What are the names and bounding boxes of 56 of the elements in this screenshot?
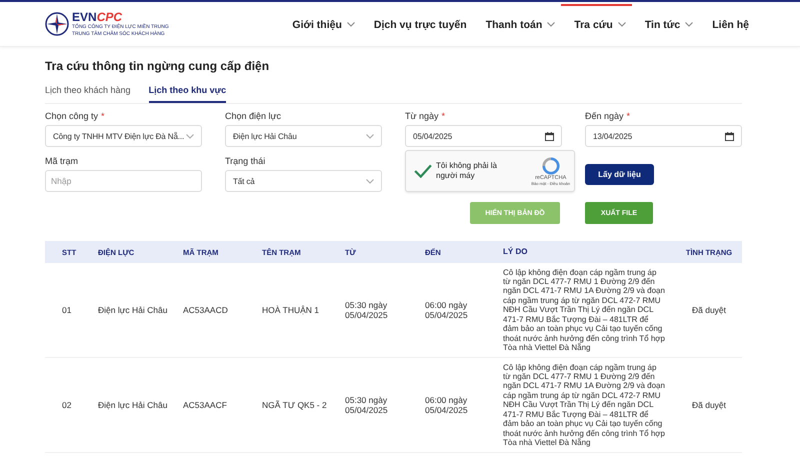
table-cell-text: 06:00 ngày 05/04/2025 — [425, 300, 469, 320]
recaptcha-logo-icon — [542, 156, 560, 174]
input-field[interactable]: Nhập — [45, 170, 202, 192]
tab[interactable]: Lịch theo khách hàng — [45, 81, 131, 103]
nav-menu-item[interactable]: Tra cứu — [561, 4, 632, 42]
captcha-label: Tôi không phải là người máy — [436, 161, 498, 181]
calendar-icon — [545, 132, 554, 140]
nav-menu-item[interactable]: Liên hệ — [699, 4, 755, 42]
field-label: Mã trạm — [45, 156, 78, 166]
table-cell-text: Điện lực Hải Châu — [98, 305, 168, 315]
table-cell-text: 06:00 ngày 05/04/2025 — [425, 395, 469, 415]
tab[interactable]: Lịch theo khu vực — [148, 81, 226, 103]
fetch-data-button[interactable]: Lấy dữ liệu — [585, 164, 654, 184]
table-cell-text: HOÀ THUẬN 1 — [262, 305, 320, 315]
select-field[interactable]: Tất cả — [225, 170, 382, 192]
chevron-down-icon — [366, 134, 374, 138]
field-label: Đến ngày — [585, 111, 624, 121]
nav-menu-item[interactable]: Dịch vụ trực tuyến — [360, 4, 473, 42]
nav-menu-item[interactable]: Tin tức — [632, 4, 700, 42]
table-cell-text: Đã duyệt — [690, 305, 728, 315]
chevron-down-icon — [685, 22, 694, 27]
field-label: Chọn công ty — [45, 111, 98, 121]
date-field[interactable]: 05/04/2025 — [405, 125, 562, 147]
select-field[interactable]: Công ty TNHH MTV Điện lực Đà Nẵ... — [45, 125, 202, 147]
table-cell-text: NGÃ TƯ QK5 - 2 — [262, 400, 328, 410]
captcha-checkbox[interactable] — [414, 164, 432, 178]
table-cell-text: Đã duyệt — [690, 400, 728, 410]
chevron-down-icon — [186, 134, 194, 138]
required-mark: * — [101, 111, 105, 121]
logo-star-icon — [45, 12, 69, 36]
chevron-down-icon — [547, 22, 556, 27]
page-title: Tra cứu thông tin ngừng cung cấp điện — [45, 59, 270, 73]
nav-menu-item[interactable]: Giới thiệu — [279, 4, 361, 42]
column-header: LÝ DO — [503, 247, 528, 257]
chevron-down-icon — [618, 22, 626, 27]
select-field[interactable]: Điện lực Hải Châu — [225, 125, 382, 147]
calendar-icon — [725, 132, 734, 140]
table-cell-text: 02 — [61, 400, 72, 410]
chevron-down-icon — [346, 22, 355, 27]
table-cell-text: Điện lực Hải Châu — [98, 400, 168, 410]
required-mark: * — [626, 111, 630, 121]
table-cell-text: AC53AACD — [183, 305, 229, 315]
nav-menu-item[interactable]: Thanh toán — [472, 4, 562, 42]
table-cell-text: 05:30 ngày 05/04/2025 — [345, 300, 389, 320]
table-cell-text: AC53AACF — [183, 400, 228, 410]
table-cell-text: Cô lập không điện đoạn cáp ngầm trung áp từ ngăn DCL 477-7 RMU 1 Đường 2/9 đến ngăn DCL 471-7 RMU 1A Đường 2/9 và đoạn cáp ngầm trung áp từ ngăn DCL 472-7 RMU NĐH Cầu Vượt Trần Thị Lý đến ngăn DCL 471-7 RMU Bắc Tượng Đài – 481LTR để đảm bảo an toàn phục vụ Cải tạo tuyến cống thoát nước ảnh hưởng đến công trình Tổ hợp Tòa nhà Viettel Đà Nẵng — [503, 268, 666, 352]
field-label: Từ ngày — [405, 111, 439, 121]
brand-name: EVNCPC — [72, 10, 124, 24]
required-mark: * — [442, 111, 446, 121]
field-label: Trạng thái — [225, 156, 266, 166]
chevron-down-icon — [366, 178, 374, 184]
field-label: Chọn điện lực — [225, 111, 282, 121]
table-cell-text: 01 — [61, 305, 72, 315]
date-field[interactable]: 13/04/2025 — [585, 125, 742, 147]
table-cell-text: 05:30 ngày 05/04/2025 — [345, 395, 389, 415]
table-cell-text: Cô lập không điện đoạn cáp ngầm trung áp từ ngăn DCL 477-7 RMU 1 Đường 2/9 đến ngăn DCL 471-7 RMU 1A Đường 2/9 và đoạn cáp ngầm trung áp từ ngăn DCL 472-7 RMU NĐH Cầu Vượt Trần Thị Lý đến ngăn DCL 471-7 RMU Bắc Tượng Đài – 481LTR để đảm bảo an toàn phục vụ Cải tạo tuyến cống thoát nước ảnh hưởng đến công trình Tổ hợp Tòa nhà Viettel Đà Nẵng — [503, 362, 666, 448]
